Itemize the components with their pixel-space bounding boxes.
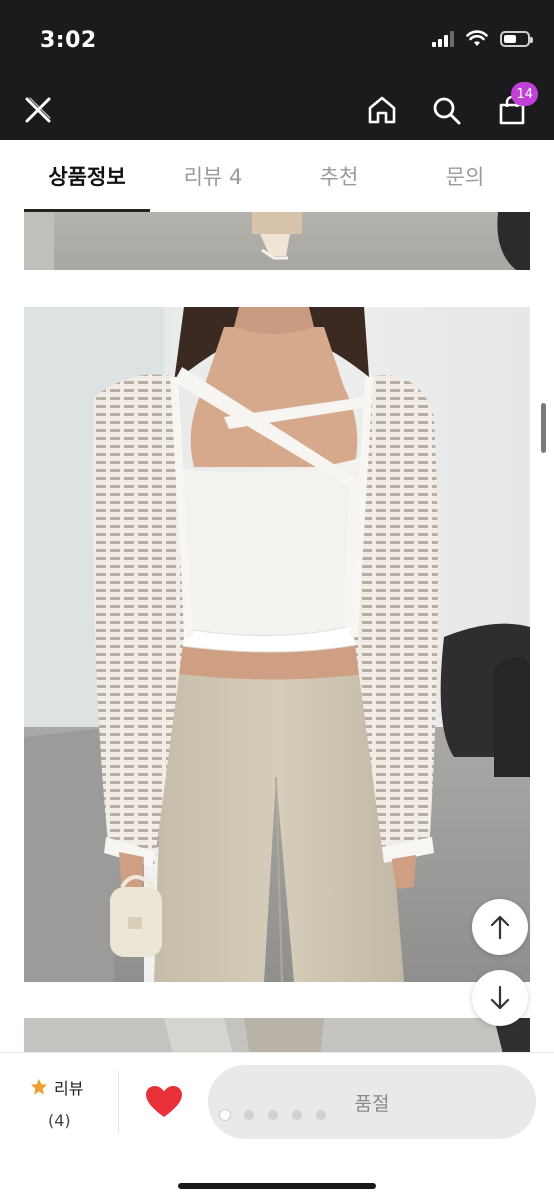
wifi-icon (466, 30, 488, 46)
scrollbar-thumb[interactable] (541, 403, 546, 453)
product-image-top (24, 212, 530, 270)
product-image-main (24, 307, 530, 982)
search-button[interactable] (428, 92, 464, 128)
cart-button[interactable]: 14 (494, 82, 538, 128)
review-summary-button[interactable]: 리뷰 (4) (30, 1075, 100, 1130)
soldout-button[interactable]: 품절 (208, 1065, 536, 1139)
divider (118, 1071, 119, 1133)
pager-dot[interactable] (292, 1110, 302, 1120)
tab-inquiry[interactable]: 문의 (402, 140, 528, 212)
screen: 3:02 14 상품정보 리뷰 4 추천 문의 리뷰 (4) 품절 (0, 0, 554, 1200)
battery-icon (500, 31, 533, 47)
scroll-down-button[interactable] (472, 970, 528, 1026)
close-button[interactable] (20, 92, 56, 128)
arrow-up-icon (490, 915, 510, 940)
scroll-up-button[interactable] (472, 899, 528, 955)
like-button[interactable] (145, 1085, 183, 1119)
home-button[interactable] (364, 92, 400, 128)
signal-icon (432, 31, 454, 47)
tab-recommend[interactable]: 추천 (276, 140, 402, 212)
status-bar: 3:02 (0, 0, 554, 80)
review-title: 리뷰 (30, 1075, 100, 1099)
pager-dot[interactable] (268, 1110, 278, 1120)
home-indicator (178, 1183, 376, 1189)
close-icon (25, 97, 51, 123)
image-pager-dots (220, 1110, 326, 1120)
soldout-label: 품절 (354, 1092, 390, 1115)
status-icons (432, 30, 533, 48)
status-time: 3:02 (40, 28, 97, 53)
pager-dot[interactable] (220, 1110, 230, 1120)
pager-dot[interactable] (316, 1110, 326, 1120)
product-tabs: 상품정보 리뷰 4 추천 문의 (0, 140, 554, 212)
home-icon (368, 96, 396, 124)
review-label: 리뷰 (54, 1079, 84, 1098)
pager-dot[interactable] (244, 1110, 254, 1120)
cart-count-badge: 14 (511, 82, 538, 106)
tab-reviews[interactable]: 리뷰 4 (150, 140, 276, 212)
tab-product-info[interactable]: 상품정보 (24, 140, 150, 212)
app-header: 14 (0, 80, 554, 140)
review-count: (4) (48, 1111, 71, 1130)
heart-icon (146, 1086, 182, 1117)
search-icon (433, 97, 461, 125)
bottom-action-bar: 리뷰 (4) 품절 (0, 1052, 554, 1200)
arrow-down-icon (490, 985, 510, 1010)
star-icon (30, 1078, 48, 1095)
